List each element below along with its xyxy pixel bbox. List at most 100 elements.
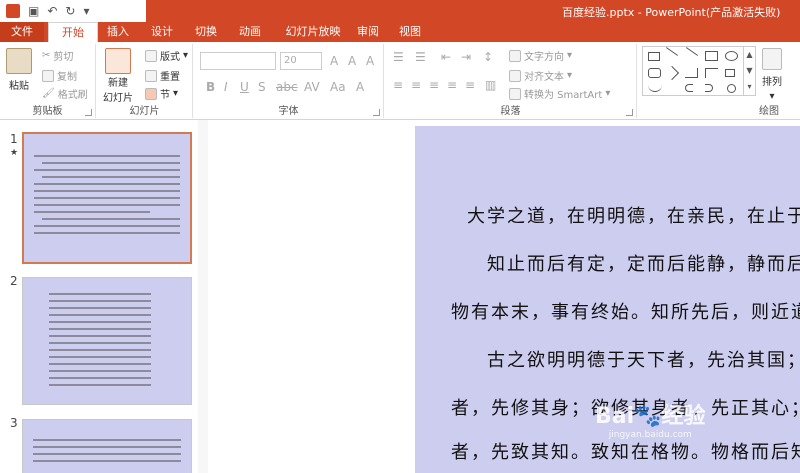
columns-icon[interactable]: ▥ [485, 78, 496, 92]
justify-icon[interactable]: ≡ [447, 78, 457, 92]
distributed-icon[interactable]: ≡ [465, 78, 475, 92]
right-arrow-shape-icon[interactable] [725, 69, 735, 77]
numbering-icon[interactable]: ☰ [415, 50, 426, 64]
chevron-down-icon: ▾ [769, 91, 775, 102]
thumbnail-scrollbar[interactable] [198, 120, 208, 473]
tab-review[interactable]: 审阅 [352, 22, 384, 42]
slide-text-line-4: 古之欲明明德于天下者，先治其国； [487, 350, 800, 371]
align-center-icon[interactable]: ≡ [411, 78, 421, 92]
chevron-down-icon: ▾ [567, 70, 573, 81]
font-name-field[interactable] [200, 52, 276, 70]
window-title: 百度经验.pptx - PowerPoint(产品激活失败) [562, 6, 781, 19]
tab-animations[interactable]: 动画 [232, 22, 268, 42]
clipboard-launcher-icon[interactable] [85, 109, 92, 116]
tab-file[interactable]: 文件 [0, 22, 44, 42]
section-label: 节 [160, 90, 170, 101]
text-direction-button[interactable]: 文字方向 ▾ [509, 48, 572, 63]
redo-icon[interactable]: ↻ [65, 2, 75, 20]
slide-text-line-6: 者，先致其知。致知在格物。物格而后知 [451, 442, 800, 463]
char-spacing-icon[interactable]: AV [304, 80, 320, 94]
section-button[interactable]: 节 ▾ [145, 86, 178, 101]
customize-icon[interactable]: ▾ [83, 2, 89, 20]
decrease-indent-icon[interactable]: ⇤ [441, 50, 451, 64]
watermark-text: Bai🐾经验 [595, 404, 706, 429]
animation-star-icon: ★ [10, 148, 19, 158]
paste-icon [6, 48, 32, 74]
copy-icon [42, 69, 54, 82]
font-group: 20 A A A B I U S abc AV Aa A 字体 [194, 44, 384, 118]
slide-editor: 大学之道，在明明德，在亲民，在止于 知止而后有定，定而后能静，静而后 物有本末，… [209, 120, 800, 473]
new-slide-label-1: 新建 [108, 78, 128, 89]
right-brace-shape-icon[interactable] [705, 84, 713, 92]
brush-icon: 🖌 [42, 88, 55, 99]
italic-icon[interactable]: I [224, 80, 228, 94]
star-shape-icon[interactable] [727, 84, 736, 93]
ribbon-tabs: 文件 开始 插入 设计 切换 动画 幻灯片放映 审阅 视图 [0, 22, 800, 43]
underline-icon[interactable]: U [240, 80, 249, 94]
layout-button[interactable]: 版式 ▾ [145, 48, 188, 63]
tab-home[interactable]: 开始 [48, 22, 98, 43]
font-launcher-icon[interactable] [373, 109, 380, 116]
align-left-icon[interactable]: ≡ [393, 78, 403, 92]
line-shape-icon[interactable] [665, 47, 679, 56]
bold-icon[interactable]: B [206, 80, 215, 94]
drawing-group-label: 绘图 [759, 106, 779, 117]
scissors-icon: ✂ [42, 50, 51, 61]
paragraph-group: ☰ ☰ ⇤ ⇥ ↕ 文字方向 ▾ 对齐文本 ▾ 转换为 SmartArt ▾ ≡… [385, 44, 637, 118]
change-case-icon[interactable]: Aa [330, 80, 346, 94]
font-color-icon[interactable]: A [356, 80, 364, 94]
bullets-icon[interactable]: ☰ [393, 50, 404, 64]
copy-button[interactable]: 复制 [42, 68, 77, 83]
slide-thumbnail-3[interactable] [22, 419, 192, 473]
strikethrough-icon[interactable]: abc [276, 80, 298, 94]
curve-shape-icon[interactable] [648, 84, 662, 92]
rounded-rect-shape-icon[interactable] [648, 68, 661, 78]
clear-formatting-icon[interactable]: A [366, 54, 374, 68]
paste-button[interactable]: 粘贴 [6, 48, 32, 92]
arrow-line-shape-icon[interactable] [685, 47, 699, 56]
left-brace-shape-icon[interactable] [685, 84, 693, 92]
save-icon[interactable]: ▣ [28, 2, 39, 20]
thumbnail-number-3: 3 [10, 416, 18, 430]
chevron-down-icon: ▾ [605, 88, 611, 99]
shrink-font-icon[interactable]: A [348, 54, 356, 68]
new-slide-icon [105, 48, 131, 74]
shapes-gallery[interactable]: ▲ ▼ ▾ [642, 46, 756, 96]
paragraph-launcher-icon[interactable] [626, 109, 633, 116]
textbox-shape-icon[interactable] [648, 52, 660, 61]
arrange-button[interactable]: 排列 ▾ [762, 48, 782, 102]
format-painter-button[interactable]: 🖌 格式刷 [42, 86, 88, 101]
tab-slideshow[interactable]: 幻灯片放映 [278, 22, 348, 42]
grow-font-icon[interactable]: A [330, 54, 338, 68]
tab-transitions[interactable]: 切换 [188, 22, 224, 42]
watermark-url: jingyan.baidu.com [608, 430, 692, 440]
new-slide-button[interactable]: 新建 幻灯片 [103, 48, 133, 104]
align-text-label: 对齐文本 [524, 72, 564, 83]
undo-icon[interactable]: ↶ [47, 2, 57, 20]
align-right-icon[interactable]: ≡ [429, 78, 439, 92]
tab-insert[interactable]: 插入 [100, 22, 136, 42]
layout-label: 版式 [160, 52, 180, 63]
curved-connector-icon[interactable] [705, 68, 718, 78]
line-spacing-icon[interactable]: ↕ [483, 50, 493, 64]
slide-text-line-3: 物有本末，事有终始。知所先后，则近道 [451, 302, 800, 323]
slide-thumbnail-1[interactable] [22, 132, 192, 264]
reset-button[interactable]: 重置 [145, 68, 180, 83]
gallery-scroll[interactable]: ▲ ▼ ▾ [743, 47, 755, 95]
font-size-field[interactable]: 20 [280, 52, 322, 70]
convert-smartart-button[interactable]: 转换为 SmartArt ▾ [509, 86, 610, 101]
copy-label: 复制 [57, 72, 77, 83]
elbow-connector-icon[interactable] [685, 68, 698, 78]
tab-design[interactable]: 设计 [144, 22, 180, 42]
title-bar: ▣ ↶ ↻ ▾ 百度经验.pptx - PowerPoint(产品激活失败) [0, 0, 800, 22]
arrange-icon [762, 48, 782, 70]
align-text-button[interactable]: 对齐文本 ▾ [509, 68, 572, 83]
tab-view[interactable]: 视图 [394, 22, 426, 42]
shadow-icon[interactable]: S [258, 80, 266, 94]
cut-button[interactable]: ✂ 剪切 [42, 48, 73, 63]
rectangle-shape-icon[interactable] [705, 51, 718, 61]
slide-thumbnail-2[interactable] [22, 277, 192, 405]
increase-indent-icon[interactable]: ⇥ [461, 50, 471, 64]
oval-shape-icon[interactable] [725, 51, 738, 61]
triangle-shape-icon[interactable] [664, 65, 680, 81]
